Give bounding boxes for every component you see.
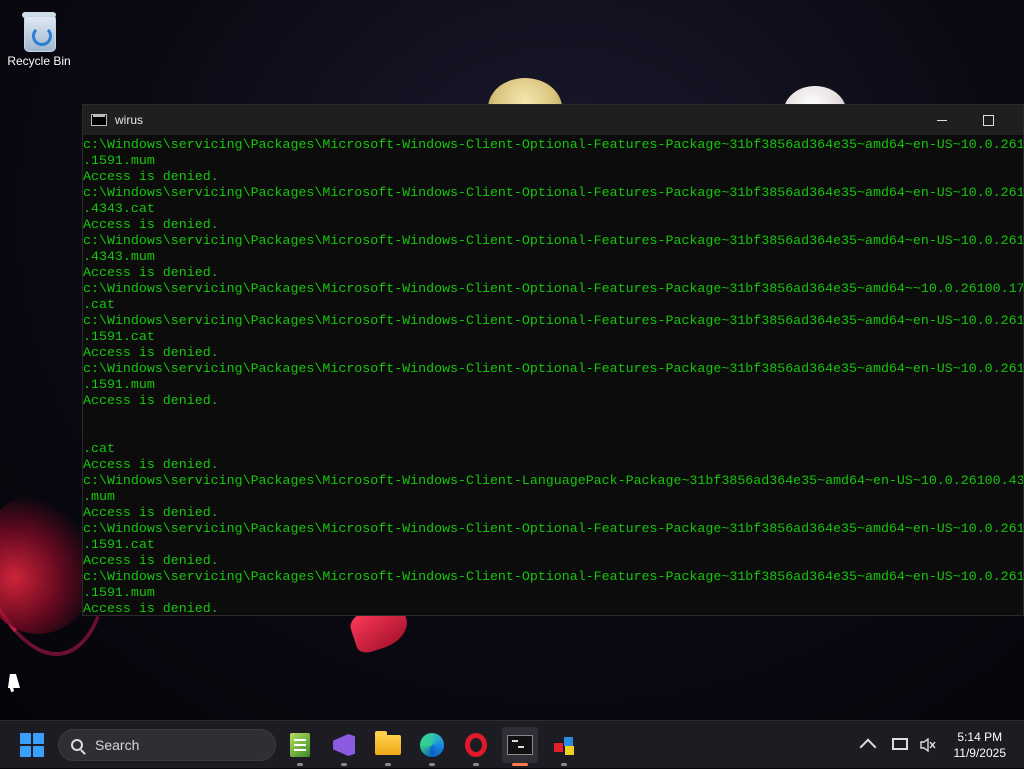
console-line: Access is denied. bbox=[83, 553, 219, 568]
console-line: .1591.mum bbox=[83, 585, 155, 600]
windows-logo-icon bbox=[20, 733, 31, 744]
console-line: Access is denied. bbox=[83, 505, 219, 520]
folder-icon bbox=[375, 731, 401, 755]
console-line: Access is denied. bbox=[83, 601, 219, 616]
clock-time: 5:14 PM bbox=[957, 730, 1003, 744]
taskbar-app-opera[interactable] bbox=[458, 727, 494, 766]
console-line: .4343.mum bbox=[83, 249, 155, 264]
console-line: .1591.cat bbox=[83, 329, 155, 344]
edge-icon bbox=[420, 733, 444, 757]
console-line: c:\Windows\servicing\Packages\Microsoft-… bbox=[83, 233, 1023, 248]
desktop-icon-label: Recycle Bin bbox=[7, 54, 71, 68]
search-icon bbox=[71, 739, 83, 751]
maximize-icon bbox=[982, 114, 994, 126]
taskbar-app-file-explorer[interactable] bbox=[370, 727, 406, 766]
taskbar-app-notepad[interactable] bbox=[282, 727, 318, 766]
recycle-bin-icon bbox=[20, 8, 58, 52]
taskbar-app-visual-studio[interactable] bbox=[326, 727, 362, 766]
clock-date: 11/9/2025 bbox=[953, 746, 1007, 760]
desktop-icon-recycle-bin[interactable]: Recycle Bin bbox=[2, 4, 76, 80]
maximize-button[interactable] bbox=[965, 105, 1011, 135]
window-titlebar[interactable]: wirus bbox=[83, 105, 1023, 135]
game-icon bbox=[552, 733, 576, 757]
console-line: .4343.cat bbox=[83, 201, 155, 216]
taskbar: Search 5:14 PM 11/9/2025 bbox=[0, 720, 1024, 768]
window-title: wirus bbox=[115, 113, 144, 127]
console-line: .cat bbox=[83, 441, 115, 456]
console-window[interactable]: wirus c:\Windows\servicing\Packages\Micr… bbox=[82, 104, 1024, 616]
console-line: Access is denied. bbox=[83, 217, 219, 232]
console-line: Access is denied. bbox=[83, 457, 219, 472]
console-line: c:\Windows\servicing\Packages\Microsoft-… bbox=[83, 313, 1023, 328]
opera-icon bbox=[465, 733, 487, 757]
console-line: c:\Windows\servicing\Packages\Microsoft-… bbox=[83, 281, 1023, 296]
notepad-icon bbox=[290, 733, 310, 757]
console-line: .1591.cat bbox=[83, 537, 155, 552]
console-line: Access is denied. bbox=[83, 169, 219, 184]
console-icon bbox=[91, 114, 107, 126]
volume-muted-icon[interactable] bbox=[920, 737, 936, 753]
console-line: Access is denied. bbox=[83, 265, 219, 280]
taskbar-app-edge[interactable] bbox=[414, 727, 450, 766]
taskbar-clock[interactable]: 5:14 PM 11/9/2025 bbox=[954, 729, 1007, 761]
minimize-button[interactable] bbox=[919, 105, 965, 135]
start-button[interactable] bbox=[20, 733, 44, 757]
terminal-icon bbox=[507, 735, 533, 755]
console-output[interactable]: c:\Windows\servicing\Packages\Microsoft-… bbox=[83, 135, 1023, 616]
chevron-up-icon[interactable] bbox=[859, 738, 877, 756]
mouse-pointer-icon bbox=[8, 674, 22, 688]
console-line: c:\Windows\servicing\Packages\Microsoft-… bbox=[83, 185, 1023, 200]
network-icon[interactable] bbox=[892, 738, 908, 750]
console-line: c:\Windows\servicing\Packages\Microsoft-… bbox=[83, 137, 1023, 152]
console-line: c:\Windows\servicing\Packages\Microsoft-… bbox=[83, 473, 1023, 488]
console-line: .1591.mum bbox=[83, 377, 155, 392]
console-line: Access is denied. bbox=[83, 393, 219, 408]
minimize-icon bbox=[937, 119, 947, 121]
taskbar-search[interactable]: Search bbox=[58, 729, 276, 761]
taskbar-app-terminal[interactable] bbox=[502, 727, 538, 766]
search-placeholder: Search bbox=[95, 737, 140, 753]
visual-studio-icon bbox=[333, 734, 355, 756]
console-line: c:\Windows\servicing\Packages\Microsoft-… bbox=[83, 361, 1023, 376]
console-line: .1591.mum bbox=[83, 153, 155, 168]
console-line: c:\Windows\servicing\Packages\Microsoft-… bbox=[83, 521, 1023, 536]
console-line: c:\Windows\servicing\Packages\Microsoft-… bbox=[83, 569, 1023, 584]
console-line: Access is denied. bbox=[83, 345, 219, 360]
console-line: .mum bbox=[83, 489, 115, 504]
taskbar-app-game[interactable] bbox=[546, 727, 582, 766]
console-line: .cat bbox=[83, 297, 115, 312]
